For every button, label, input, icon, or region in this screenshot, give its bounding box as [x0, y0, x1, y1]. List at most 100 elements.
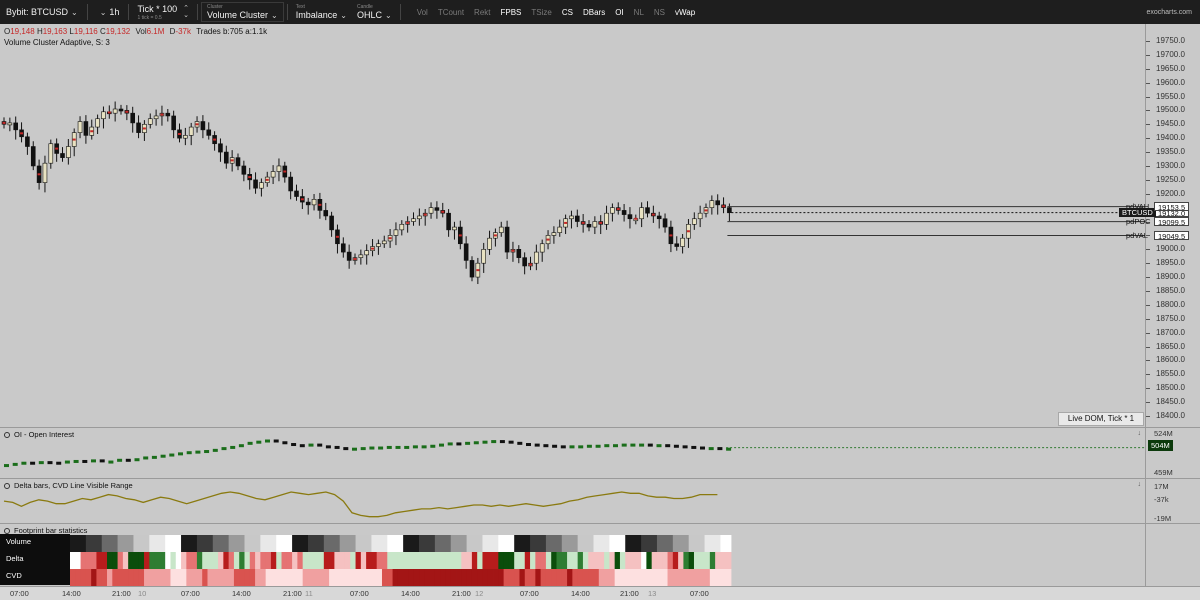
stat-cell-delta [255, 552, 261, 569]
price-tick [1146, 110, 1150, 112]
oi-bar-up [360, 447, 366, 451]
candle-down [674, 243, 680, 247]
toggle-nl[interactable]: NL [629, 8, 649, 17]
oi-bar-up [708, 447, 714, 451]
stat-cell-cvd [604, 569, 610, 586]
oi-bar-up [212, 448, 218, 452]
candle-down [662, 218, 668, 228]
stat-cell-delta [434, 552, 441, 569]
stat-cell-cvd [598, 569, 605, 586]
tick-selector[interactable]: Tick * 100 1 tick = 0.5 ⌃ ⌄ [132, 0, 194, 24]
stat-cell-volume [313, 535, 319, 552]
price-chart[interactable] [0, 24, 1145, 427]
toggle-tcount[interactable]: TCount [433, 8, 469, 17]
oi-bar-up [265, 439, 270, 443]
cvd-plot[interactable] [0, 479, 1145, 524]
time-day-label: 10 [138, 589, 147, 598]
timeframe-selector[interactable]: ⌄ 1h [91, 0, 126, 24]
oi-bar-up [151, 455, 157, 459]
oi-bar-down [282, 441, 288, 445]
oi-bar-up [238, 444, 244, 448]
stat-cell-delta [207, 552, 214, 569]
delta-scale-bottom: -19M [1154, 514, 1172, 523]
candle-up [498, 226, 504, 233]
stats-row-volume: Volume [6, 537, 32, 546]
stat-cell-volume [545, 535, 552, 552]
stat-cell-delta [286, 552, 293, 569]
oi-bar-up [247, 441, 253, 445]
stat-cell-volume [85, 535, 92, 552]
brand-label[interactable]: exocharts.com [1146, 9, 1200, 16]
chevron-down-icon: ⌄ [340, 10, 347, 20]
oi-bar-up [421, 445, 427, 449]
candle-down [656, 215, 662, 220]
time-axis[interactable]: 07:00 14:00 21:00 10 07:00 14:00 21:00 11 07:00 1… [0, 586, 1200, 600]
toggle-ns[interactable]: NS [649, 8, 670, 17]
stat-cell-delta [461, 552, 467, 569]
candle-up [393, 229, 399, 236]
oi-bar-up [569, 445, 575, 449]
price-label: 19450.0 [1156, 119, 1185, 129]
stat-cell-cvd [434, 569, 441, 586]
candle-down [218, 143, 223, 153]
stat-cell-volume [403, 535, 409, 552]
candle-selector[interactable]: Candle OHLC ⌄ [352, 0, 397, 24]
stat-cell-volume [249, 535, 256, 552]
stat-cell-cvd [313, 569, 319, 586]
stat-cell-delta [567, 552, 573, 569]
oi-plot[interactable] [0, 428, 1145, 479]
oi-bar-up [447, 442, 453, 446]
stat-cell-volume [720, 535, 727, 552]
stat-cell-cvd [318, 569, 325, 586]
time-label: 21:00 [283, 589, 302, 598]
toggle-rekt[interactable]: Rekt [469, 8, 495, 17]
stat-cell-delta [91, 552, 97, 569]
stat-cell-volume [117, 535, 124, 552]
stat-cell-cvd [688, 569, 695, 586]
stat-cell-delta [672, 552, 679, 569]
stat-cell-volume [381, 535, 388, 552]
stat-cell-cvd [329, 569, 335, 586]
footprint-stats-heatmap[interactable] [0, 524, 1145, 587]
stat-cell-volume [207, 535, 214, 552]
symbol-selector[interactable]: Bybit: BTCUSD ⌄ [0, 0, 84, 24]
oi-bar-up [412, 445, 418, 449]
stat-cell-volume [614, 535, 621, 552]
stat-cell-volume [715, 535, 721, 552]
toggle-tsize[interactable]: TSize [526, 8, 556, 17]
stat-cell-cvd [577, 569, 584, 586]
stat-cell-cvd [545, 569, 552, 586]
stat-cell-cvd [307, 569, 314, 586]
stat-cell-delta [276, 552, 282, 569]
toggle-dbars[interactable]: DBars [578, 8, 610, 17]
stat-cell-volume [598, 535, 605, 552]
live-dom-button[interactable]: Live DOM, Tick * 1 [1058, 412, 1144, 426]
toggle-fpbs[interactable]: FPBS [496, 8, 527, 17]
chevron-down-icon: ⌄ [271, 10, 278, 20]
candle-up [639, 207, 644, 220]
stat-cell-cvd [255, 569, 261, 586]
stats-row-cvd: CVD [6, 571, 22, 580]
stat-cell-delta [186, 552, 193, 569]
stat-cell-cvd [107, 569, 113, 586]
tick-stepper-icon[interactable]: ⌃ ⌄ [183, 5, 189, 19]
price-tick [1146, 82, 1150, 84]
stat-cell-cvd [117, 569, 124, 586]
oi-bar-down [82, 459, 88, 463]
stat-cell-delta [493, 552, 499, 569]
toggle-vwap[interactable]: vWap [670, 8, 700, 17]
toggle-vol[interactable]: Vol [412, 8, 433, 17]
toggle-cs[interactable]: CS [557, 8, 578, 17]
poc-marker [458, 234, 462, 237]
poc-marker [511, 249, 515, 252]
stat-cell-delta [228, 552, 235, 569]
text-selector[interactable]: Text Imbalance ⌄ [291, 0, 352, 24]
stat-cell-cvd [265, 569, 272, 586]
cluster-selector[interactable]: Cluster Volume Cluster ⌄ [201, 2, 284, 22]
toggle-oi[interactable]: OI [610, 8, 628, 17]
stat-cell-volume [699, 535, 705, 552]
oi-bar-down [56, 461, 62, 465]
poc-marker [283, 170, 287, 173]
oi-bar-up [221, 447, 227, 451]
candle-up [112, 108, 118, 114]
